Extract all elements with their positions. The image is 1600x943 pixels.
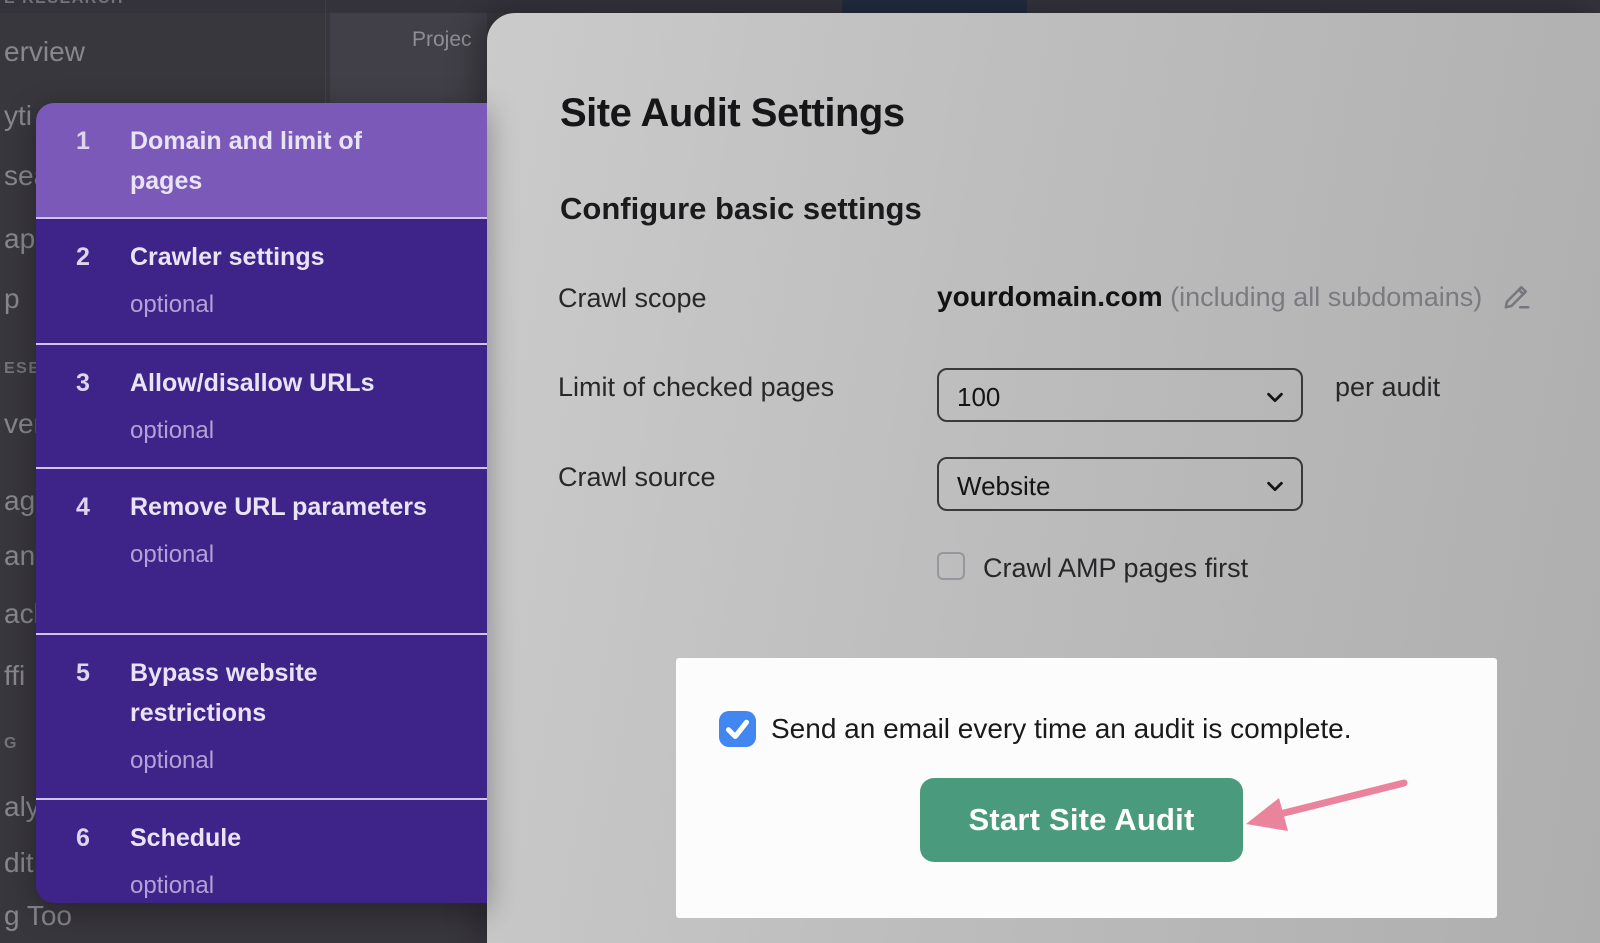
projects-tab[interactable]: Projec — [412, 28, 472, 52]
step-title: Remove URL parameters — [130, 487, 440, 527]
step-optional-label: optional — [130, 535, 467, 575]
sidebar-fragment: g Too — [4, 900, 72, 932]
step-title: Domain and limit of pages — [130, 121, 440, 201]
step-number: 3 — [36, 363, 130, 403]
step-number: 6 — [36, 818, 130, 858]
crawl-source-selected-value: Website — [957, 471, 1050, 502]
modal-title: Site Audit Settings — [560, 91, 905, 136]
screenshot-stage: Projec E RESEARCH erview yti sea ap p ES… — [0, 0, 1600, 943]
sidebar-fragment: ffi — [4, 660, 25, 692]
step-optional-label: optional — [130, 285, 467, 325]
step-domain-and-limit[interactable]: 1 Domain and limit of pages — [36, 103, 487, 217]
site-audit-settings-modal: Site Audit Settings Configure basic sett… — [487, 13, 1600, 943]
crawl-source-select[interactable]: Website — [937, 457, 1303, 511]
per-audit-suffix: per audit — [1335, 372, 1440, 403]
start-site-audit-button[interactable]: Start Site Audit — [920, 778, 1243, 862]
section-heading: Configure basic settings — [560, 191, 922, 227]
sidebar-fragment: p — [4, 283, 20, 315]
crawl-amp-checkbox[interactable] — [937, 552, 965, 580]
step-optional-label: optional — [130, 866, 467, 906]
step-title: Bypass website restrictions — [130, 653, 440, 733]
edit-pencil-icon[interactable] — [1502, 281, 1532, 318]
sidebar-fragment: yti — [4, 100, 32, 132]
chevron-down-icon — [1263, 386, 1287, 413]
page-content-edge — [330, 13, 487, 103]
settings-steps-panel: 1 Domain and limit of pages 2 Crawler se… — [36, 103, 487, 903]
step-number: 4 — [36, 487, 130, 527]
crawl-scope-domain: yourdomain.com — [937, 281, 1163, 312]
sidebar-fragment: E RESEARCH — [4, 0, 124, 8]
step-number: 1 — [36, 121, 130, 161]
step-optional-label: optional — [130, 741, 467, 781]
sidebar-fragment: dit — [4, 847, 34, 879]
step-number: 5 — [36, 653, 130, 693]
step-remove-url-parameters[interactable]: 4 Remove URL parameters optional — [36, 467, 487, 633]
crawl-scope-note: (including all subdomains) — [1170, 282, 1482, 312]
step-bypass-website-restrictions[interactable]: 5 Bypass website restrictions optional — [36, 633, 487, 798]
browser-top-strip — [0, 0, 1600, 13]
page-limit-select[interactable]: 100 — [937, 368, 1303, 422]
email-notify-checkbox[interactable] — [719, 711, 756, 747]
sidebar-fragment: ap — [4, 223, 35, 255]
crawl-scope-value: yourdomain.com (including all subdomains… — [937, 281, 1532, 318]
crawl-scope-label: Crawl scope — [558, 283, 707, 314]
sidebar-fragment: aly — [4, 791, 40, 823]
highlight-card: Send an email every time an audit is com… — [676, 658, 1497, 918]
page-limit-label: Limit of checked pages — [558, 372, 834, 403]
sidebar-divider — [325, 0, 326, 103]
crawl-amp-label: Crawl AMP pages first — [983, 553, 1248, 584]
step-crawler-settings[interactable]: 2 Crawler settings optional — [36, 217, 487, 343]
chevron-down-icon — [1263, 475, 1287, 502]
step-title: Crawler settings — [130, 237, 440, 277]
crawl-source-label: Crawl source — [558, 462, 716, 493]
email-notify-label: Send an email every time an audit is com… — [771, 713, 1352, 745]
active-tab-strip — [842, 0, 1027, 13]
sidebar-fragment: erview — [4, 36, 85, 68]
step-number: 2 — [36, 237, 130, 277]
step-optional-label: optional — [130, 411, 467, 451]
step-schedule[interactable]: 6 Schedule optional — [36, 798, 487, 903]
sidebar-fragment: G — [4, 735, 18, 753]
step-title: Allow/disallow URLs — [130, 363, 440, 403]
step-allow-disallow-urls[interactable]: 3 Allow/disallow URLs optional — [36, 343, 487, 467]
page-limit-selected-value: 100 — [957, 382, 1000, 413]
step-title: Schedule — [130, 818, 440, 858]
